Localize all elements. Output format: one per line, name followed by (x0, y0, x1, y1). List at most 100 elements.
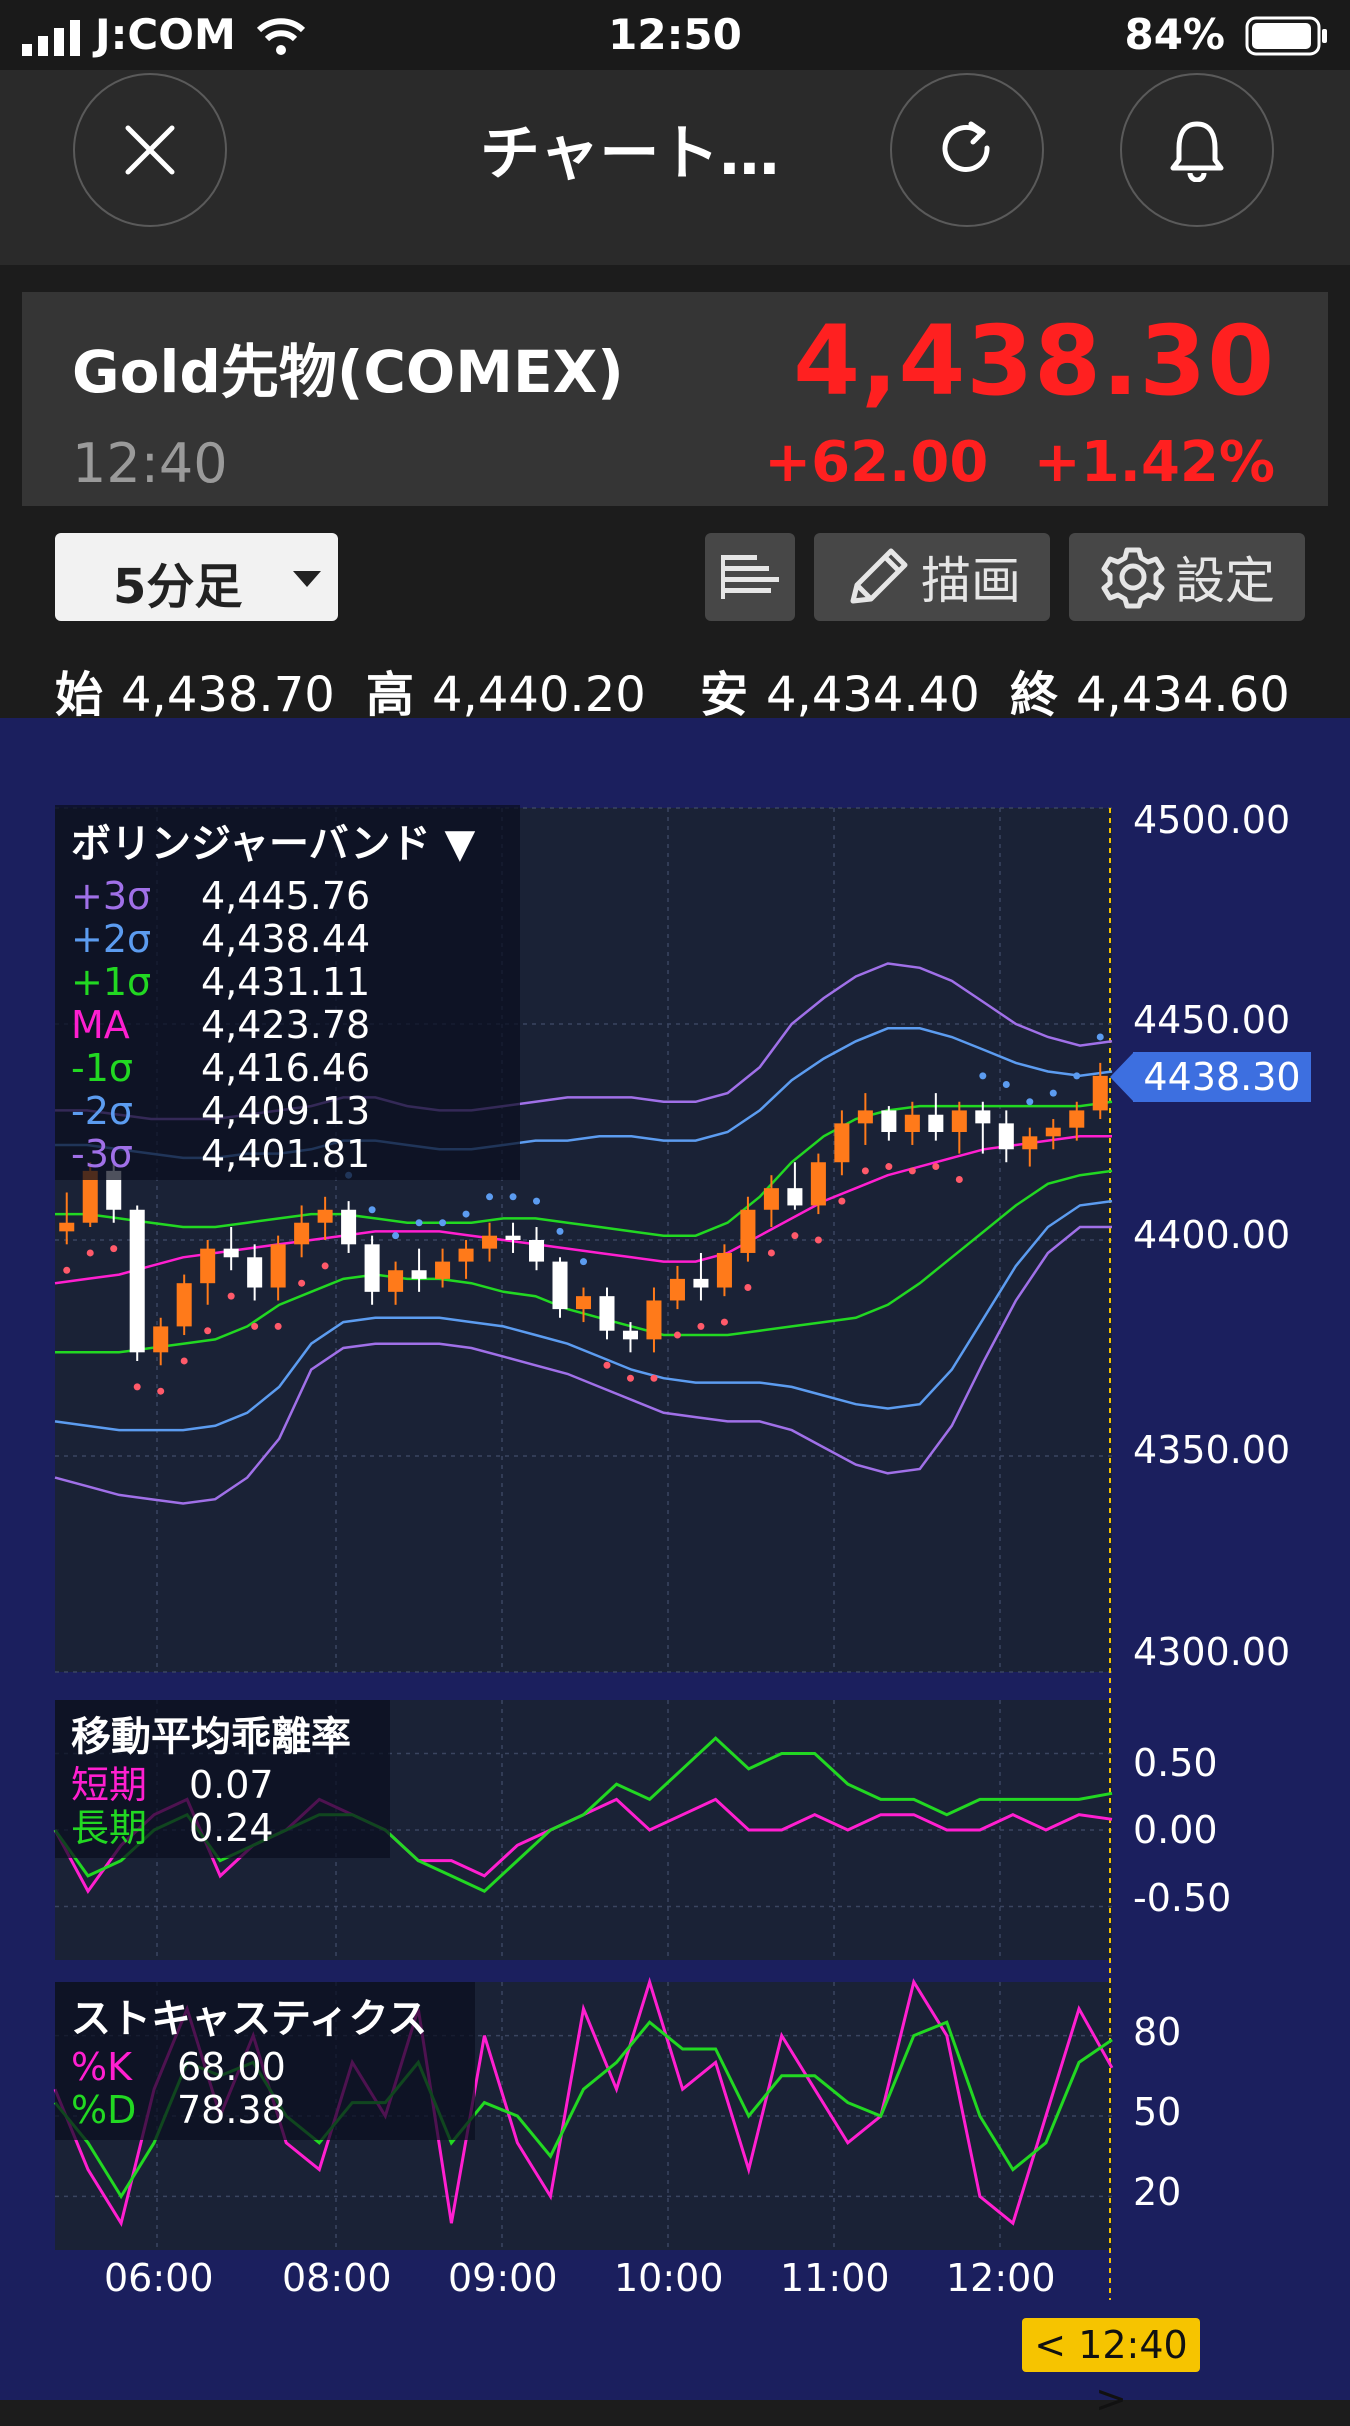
bollinger-title: ボリンジャーバンド ▼ (71, 821, 476, 867)
candle-body (928, 1114, 944, 1132)
sar-dot (814, 1236, 822, 1244)
candle-body (223, 1248, 239, 1258)
candle-body (270, 1244, 286, 1288)
bollinger-legend[interactable]: ボリンジャーバンド ▼ +3σ 4,445.76 +2σ 4,438.44 +1σ 4… (55, 805, 520, 1180)
candle-body (247, 1257, 263, 1288)
candle-body (435, 1261, 451, 1279)
x-tick-label: 09:00 (448, 2256, 558, 2300)
x-tick-label: 12:00 (946, 2256, 1056, 2300)
sar-dot (180, 1357, 188, 1365)
sar-dot (1026, 1098, 1034, 1106)
sar-dot (908, 1167, 916, 1175)
candle-body (646, 1300, 662, 1340)
deviation-title: 移動平均乖離率 (71, 1714, 351, 1760)
time-cursor-tag[interactable]: < 12:40 > (1022, 2318, 1200, 2421)
candle-body (1069, 1110, 1085, 1128)
candle-body (763, 1188, 779, 1210)
sar-dot (415, 1219, 423, 1227)
candle-body (693, 1278, 709, 1288)
candle-body (200, 1248, 216, 1284)
legend-row: +1σ 4,431.11 (71, 960, 371, 1004)
dev-tick-label: 0.00 (1133, 1808, 1218, 1852)
candle-body (834, 1123, 850, 1163)
current-price-tag: 4438.30 (1133, 1052, 1311, 1102)
legend-row: 長期 0.24 (71, 1806, 274, 1850)
x-tick-label: 08:00 (282, 2256, 392, 2300)
sar-dot (697, 1322, 705, 1330)
sar-dot (861, 1167, 869, 1175)
candle-body (129, 1209, 145, 1353)
sar-dot (885, 1163, 893, 1171)
y-tick-label: 4400.00 (1133, 1213, 1291, 1257)
x-tick-label: 11:00 (780, 2256, 890, 2300)
candle-body (622, 1330, 638, 1340)
sar-dot (791, 1232, 799, 1240)
legend-row: %K 68.00 (71, 2045, 286, 2089)
sar-dot (932, 1163, 940, 1171)
sar-dot (462, 1210, 470, 1218)
sar-dot (63, 1266, 71, 1274)
sar-dot (251, 1322, 259, 1330)
sar-dot (650, 1374, 658, 1382)
stochastic-legend[interactable]: ストキャスティクス %K 68.00 %D 78.38 (55, 1982, 475, 2140)
sar-dot (838, 1197, 846, 1205)
sar-dot (603, 1361, 611, 1369)
candle-body (176, 1283, 192, 1327)
candle-body (317, 1209, 333, 1223)
sar-dot (392, 1232, 400, 1240)
candle-body (810, 1162, 826, 1206)
dev-tick-label: -0.50 (1133, 1876, 1232, 1920)
candle-body (1092, 1075, 1108, 1111)
y-tick-label: 4300.00 (1133, 1630, 1291, 1674)
deviation-legend[interactable]: 移動平均乖離率 短期 0.07 長期 0.24 (55, 1700, 390, 1858)
candle-body (599, 1296, 615, 1331)
sar-dot (533, 1197, 541, 1205)
stoch-tick-label: 20 (1133, 2170, 1182, 2214)
sar-dot (110, 1245, 118, 1253)
sar-dot (979, 1072, 987, 1080)
y-tick-label: 4450.00 (1133, 998, 1291, 1042)
sar-dot (1002, 1080, 1010, 1088)
candle-body (740, 1209, 756, 1253)
candle-body (529, 1240, 545, 1262)
sar-dot (955, 1176, 963, 1184)
sar-dot (767, 1249, 775, 1257)
candle-body (951, 1110, 967, 1132)
candle-body (153, 1326, 169, 1353)
stoch-tick-label: 80 (1133, 2010, 1182, 2054)
stochastic-title: ストキャスティクス (71, 1996, 428, 2042)
legend-row: +2σ 4,438.44 (71, 917, 371, 961)
sar-dot (744, 1284, 752, 1292)
sar-dot (1096, 1033, 1104, 1041)
sar-dot (626, 1374, 634, 1382)
sar-dot (720, 1318, 728, 1326)
candle-body (857, 1110, 873, 1124)
x-tick-label: 06:00 (104, 2256, 214, 2300)
sar-dot (298, 1279, 306, 1287)
x-tick-label: 10:00 (614, 2256, 724, 2300)
y-tick-label: 4500.00 (1133, 798, 1291, 842)
candle-body (294, 1222, 310, 1245)
sar-dot (509, 1193, 517, 1201)
candle-body (458, 1248, 474, 1262)
candle-body (505, 1235, 521, 1240)
candle-body (975, 1110, 991, 1124)
sar-dot (486, 1193, 494, 1201)
candle-body (787, 1188, 803, 1206)
legend-row: 短期 0.07 (71, 1763, 274, 1807)
legend-row: MA 4,423.78 (71, 1003, 371, 1047)
sar-dot (86, 1249, 94, 1257)
legend-row: -1σ 4,416.46 (71, 1046, 371, 1090)
candle-body (341, 1209, 357, 1245)
legend-row: -2σ 4,409.13 (71, 1089, 371, 1133)
candle-body (998, 1123, 1014, 1150)
candle-body (669, 1278, 685, 1301)
legend-row: %D 78.38 (71, 2088, 286, 2132)
candle-body (364, 1244, 380, 1292)
sar-dot (157, 1387, 165, 1395)
price-tag-pointer (1110, 1052, 1134, 1102)
sar-dot (204, 1327, 212, 1335)
candle-body (881, 1110, 897, 1132)
candle-body (411, 1270, 427, 1279)
sar-dot (1049, 1089, 1057, 1097)
